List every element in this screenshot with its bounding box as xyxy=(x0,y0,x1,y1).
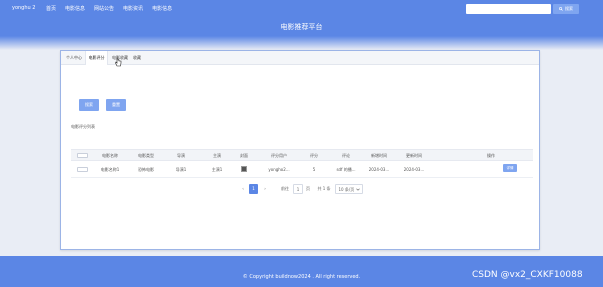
page-unit: 页 xyxy=(306,186,310,191)
footer: CSDN @vx2_CXKF10088 © Copyright buildnow… xyxy=(0,256,603,287)
cell-rating-user: yongho2... xyxy=(268,167,290,172)
nav-item-announcement[interactable]: 网站公告 xyxy=(94,5,114,12)
cell-comment: sdf 的播... xyxy=(336,167,356,172)
cell-created-time: 2024-03... xyxy=(368,167,390,172)
cell-updated-time: 2024-03... xyxy=(403,167,425,172)
center-tabs: 个人中心 电影评分 电影收藏 收藏 xyxy=(61,51,539,67)
row-checkbox[interactable] xyxy=(77,167,88,172)
copyright-text: © Copyright buildnow2024 . All right res… xyxy=(242,274,361,280)
site-title-banner: 电影推荐平台 xyxy=(0,18,603,36)
select-all-checkbox[interactable] xyxy=(77,153,88,158)
main-nav: 首页 电影信息 网站公告 电影资讯 电影信息 xyxy=(46,5,172,12)
tab-personal-center[interactable]: 个人中心 xyxy=(63,51,85,65)
cell-director: 导演1 xyxy=(175,167,187,172)
nav-item-movie-news[interactable]: 电影资讯 xyxy=(123,5,143,12)
nav-item-movie-info-2[interactable]: 电影信息 xyxy=(152,5,172,12)
search-button-label: 搜索 xyxy=(565,6,573,11)
top-nav-bar: yonghu 2 首页 电影信息 网站公告 电影资讯 电影信息 搜索 xyxy=(0,0,603,18)
tab-movie-rating[interactable]: 电影评分 xyxy=(85,51,108,65)
next-page-icon[interactable]: › xyxy=(261,184,269,194)
table-row: 电影名称1 恐怖电影 导演1 主演1 yongho2... 5 sdf 的播..… xyxy=(71,161,533,178)
cell-movie-type: 恐怖电影 xyxy=(138,167,154,172)
cell-cast: 主演1 xyxy=(211,167,223,172)
search-records-button[interactable]: 搜索 xyxy=(79,99,99,111)
search-input[interactable] xyxy=(466,4,551,14)
hand-cursor-icon xyxy=(115,57,122,67)
page-size-select[interactable]: 10 条/页 xyxy=(335,184,363,194)
goto-label: 前往 xyxy=(281,186,289,191)
cover-thumbnail[interactable] xyxy=(241,166,247,172)
chevron-down-icon xyxy=(355,188,360,191)
list-title: 电影评分列表 xyxy=(71,124,95,129)
header-gradient xyxy=(0,36,603,50)
cell-score: 5 xyxy=(312,167,316,172)
content-panel: 个人中心 电影评分 电影收藏 收藏 搜索 重置 电影评分列表 电影名称 电影类型… xyxy=(60,50,540,250)
user-menu[interactable]: yonghu 2 xyxy=(12,5,35,11)
site-title: 电影推荐平台 xyxy=(280,23,323,31)
nav-item-movie-info[interactable]: 电影信息 xyxy=(65,5,85,12)
search-icon xyxy=(559,7,563,11)
total-count: 共 1 条 xyxy=(317,186,331,191)
reset-button[interactable]: 重置 xyxy=(106,99,126,111)
nav-item-home[interactable]: 首页 xyxy=(46,5,56,12)
page-size-label: 10 条/页 xyxy=(338,187,355,192)
detail-button[interactable]: 详情 xyxy=(503,164,517,172)
goto-page-input[interactable]: 1 xyxy=(293,184,303,194)
cell-movie-name: 电影名称1 xyxy=(100,167,120,172)
search-button[interactable]: 搜索 xyxy=(553,4,579,14)
page-number-current[interactable]: 1 xyxy=(249,184,258,194)
table-header: 电影名称 电影类型 导演 主演 封面 评分用户 评分 评论 新增时间 更新时间 … xyxy=(71,149,533,161)
tab-favorites[interactable]: 收藏 xyxy=(131,51,143,65)
prev-page-icon[interactable]: ‹ xyxy=(239,184,247,194)
